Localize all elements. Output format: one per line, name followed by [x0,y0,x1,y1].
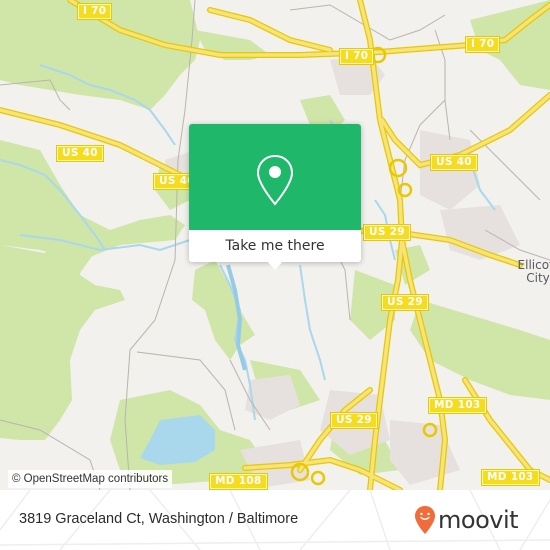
road-shield-us29: US 29 [382,295,428,310]
moovit-logo[interactable]: moovit [414,504,519,536]
map-view[interactable]: I 70 I 70 I 70 US 40 US 40 US 40 US 29 U… [0,0,550,490]
road-shield-md103: MD 103 [482,470,539,485]
take-me-there-button[interactable]: Take me there [189,230,361,262]
map-pin-icon [256,154,294,206]
location-popup: Take me there [189,124,361,270]
footer-bar: 3819 Graceland Ct, Washington / Baltimor… [0,490,550,550]
road-shield-md108: MD 108 [210,474,267,489]
road-shield-i70: I 70 [466,37,500,52]
road-shield-us29: US 29 [331,413,377,428]
road-shield-us29: US 29 [364,225,410,240]
address-text: 3819 Graceland Ct, Washington / Baltimor… [19,511,299,527]
moovit-wordmark: moovit [438,506,519,534]
place-label-ellicott-city: Ellicott City [517,258,550,285]
popup-pointer [267,261,283,270]
road-shield-md103: MD 103 [429,398,486,413]
road-shield-us40: US 40 [57,146,103,161]
popup-header [189,124,361,230]
road-shield-i70: I 70 [78,4,112,19]
road-shield-us40: US 40 [431,155,477,170]
road-shield-i70: I 70 [340,49,374,64]
moovit-pin-icon [415,506,435,534]
map-attribution[interactable]: © OpenStreetMap contributors [8,470,173,488]
